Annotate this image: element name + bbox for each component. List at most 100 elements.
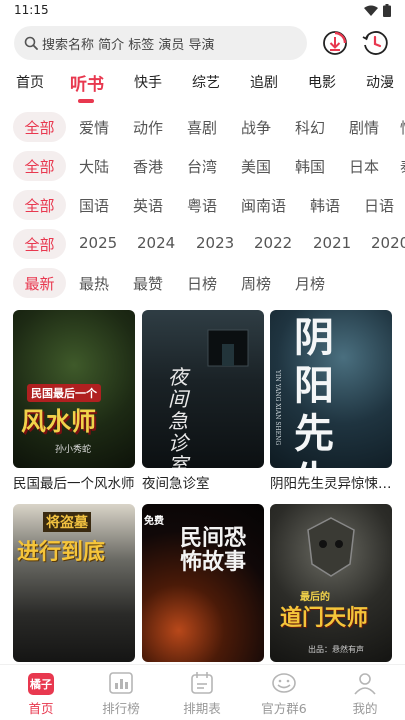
cover-title: 民间恐怖故事 [180, 525, 247, 575]
filter-option[interactable]: 粤语 [187, 195, 217, 216]
filter-option[interactable]: 最热 [79, 273, 109, 294]
book-title: 阴阳先生灵异惊悚故事 [270, 476, 392, 492]
profile-icon [354, 673, 376, 695]
filter-option[interactable]: 台湾 [187, 156, 217, 177]
book-card[interactable]: 夜间急诊室 夜间急诊室 [142, 310, 264, 492]
filter-option[interactable]: 香港 [133, 156, 163, 177]
cover-title: 阴阳先生 [294, 314, 334, 468]
tab-audiobook[interactable]: 听书 [70, 70, 104, 95]
book-title: 民国最后一个风水师 [13, 476, 135, 492]
active-tab-indicator [78, 99, 94, 103]
filter-option[interactable]: 泰 [400, 156, 405, 177]
tab-variety[interactable]: 综艺 [192, 72, 220, 92]
filter-option[interactable]: 闽南语 [241, 195, 286, 216]
book-cover[interactable]: 阴阳先生 YIN YANG XIAN SHENG [270, 310, 392, 468]
tab-series[interactable]: 追剧 [250, 72, 278, 92]
filter-chip-selected[interactable]: 全部 [13, 190, 66, 220]
cover-subtitle: 将盗墓 [43, 512, 91, 532]
book-cover[interactable]: 民国最后一个 风水师 孙小秀蛇 [13, 310, 135, 468]
history-icon[interactable] [361, 29, 389, 57]
group-chat-icon [272, 673, 296, 693]
bottom-nav: 橘子 首页 排行榜 排期表 官方群6 我的 [0, 664, 405, 720]
filter-option[interactable]: 爱情 [79, 117, 109, 138]
filter-option[interactable]: 英语 [133, 195, 163, 216]
filter-chip-selected[interactable]: 最新 [13, 268, 66, 298]
filter-option[interactable]: 韩语 [310, 195, 340, 216]
nav-label: 我的 [352, 701, 378, 716]
filter-option[interactable]: 惊 [400, 117, 405, 138]
filter-option[interactable]: 日榜 [187, 273, 217, 294]
cover-subtitle: 民国最后一个 [27, 384, 101, 402]
filter-option[interactable]: 最赞 [133, 273, 163, 294]
nav-profile[interactable]: 我的 [330, 671, 400, 717]
filter-option[interactable]: 动作 [133, 117, 163, 138]
tab-anime[interactable]: 动漫 [366, 72, 394, 92]
filter-option[interactable]: 美国 [241, 156, 271, 177]
search-icon [24, 36, 38, 50]
nav-label: 首页 [28, 701, 54, 716]
search-placeholder: 搜索名称 简介 标签 演员 导演 [42, 37, 215, 53]
book-cover[interactable]: 夜间急诊室 [142, 310, 264, 468]
filter-option[interactable]: 日本 [349, 156, 379, 177]
category-tabs: 首页 听书 快手 综艺 追剧 电影 动漫 [0, 68, 405, 104]
filter-option[interactable]: 2025 [79, 234, 117, 252]
book-card[interactable]: 阴阳先生 YIN YANG XIAN SHENG 阴阳先生灵异惊悚故事 [270, 310, 392, 492]
download-icon[interactable] [321, 29, 349, 57]
filter-option[interactable]: 国语 [79, 195, 109, 216]
filter-option[interactable]: 2020 [371, 234, 405, 252]
filter-chip-selected[interactable]: 全部 [13, 229, 66, 259]
filter-option[interactable]: 喜剧 [187, 117, 217, 138]
cover-art [207, 329, 249, 367]
filter-genre: 全部 爱情 动作 喜剧 战争 科幻 剧情 惊 [0, 112, 405, 144]
filter-chip-selected[interactable]: 全部 [13, 151, 66, 181]
nav-official-group[interactable]: 官方群6 [249, 671, 319, 717]
book-card[interactable]: 最后的 道门天师 出品：悬然有声 [270, 504, 392, 662]
book-cover[interactable]: 最后的 道门天师 出品：悬然有声 [270, 504, 392, 662]
filter-region: 全部 大陆 香港 台湾 美国 韩国 日本 泰 [0, 151, 405, 183]
filter-option[interactable]: 剧情 [349, 117, 379, 138]
cover-title: 进行到底 [17, 539, 106, 565]
filter-option[interactable]: 2023 [196, 234, 234, 252]
cover-title: 道门天师 [280, 605, 369, 631]
filter-option[interactable]: 韩国 [295, 156, 325, 177]
filter-option[interactable]: 大陆 [79, 156, 109, 177]
cover-art [307, 517, 355, 577]
status-bar: 11:15 [0, 0, 405, 22]
nav-label: 排行榜 [102, 701, 140, 716]
battery-icon [383, 4, 391, 17]
nav-schedule[interactable]: 排期表 [167, 671, 237, 717]
filter-option[interactable]: 科幻 [295, 117, 325, 138]
calendar-icon [191, 672, 213, 694]
cover-title: 风水师 [21, 407, 97, 436]
filter-option[interactable]: 战争 [241, 117, 271, 138]
search-row: 搜索名称 简介 标签 演员 导演 [0, 26, 405, 60]
nav-label: 排期表 [183, 701, 221, 716]
book-cover[interactable]: 免费 民间恐怖故事 [142, 504, 264, 662]
cover-subtitle: 免费 [144, 516, 164, 527]
tab-home[interactable]: 首页 [16, 72, 44, 92]
tab-movies[interactable]: 电影 [308, 72, 336, 92]
cover-author: 出品：悬然有声 [308, 645, 364, 654]
book-cover[interactable]: 将盗墓 进行到底 [13, 504, 135, 662]
nav-home[interactable]: 橘子 首页 [6, 671, 76, 717]
book-card[interactable]: 将盗墓 进行到底 [13, 504, 135, 662]
filter-option[interactable]: 2021 [313, 234, 351, 252]
app-logo-icon: 橘子 [28, 673, 54, 695]
book-title: 夜间急诊室 [142, 476, 210, 492]
filter-sort: 最新 最热 最赞 日榜 周榜 月榜 [0, 268, 405, 300]
ranking-icon [109, 672, 133, 694]
filter-option[interactable]: 周榜 [241, 273, 271, 294]
status-time: 11:15 [14, 3, 49, 17]
filter-option[interactable]: 2022 [254, 234, 292, 252]
book-card[interactable]: 民国最后一个 风水师 孙小秀蛇 民国最后一个风水师 [13, 310, 135, 492]
cover-author: 孙小秀蛇 [55, 445, 92, 455]
filter-option[interactable]: 月榜 [295, 273, 325, 294]
tab-kuaishou[interactable]: 快手 [134, 72, 162, 92]
filter-language: 全部 国语 英语 粤语 闽南语 韩语 日语 [0, 190, 405, 222]
search-input[interactable]: 搜索名称 简介 标签 演员 导演 [14, 26, 307, 60]
filter-option[interactable]: 2024 [137, 234, 175, 252]
book-card[interactable]: 免费 民间恐怖故事 [142, 504, 264, 662]
filter-chip-selected[interactable]: 全部 [13, 112, 66, 142]
filter-option[interactable]: 日语 [364, 195, 394, 216]
nav-ranking[interactable]: 排行榜 [86, 671, 156, 717]
